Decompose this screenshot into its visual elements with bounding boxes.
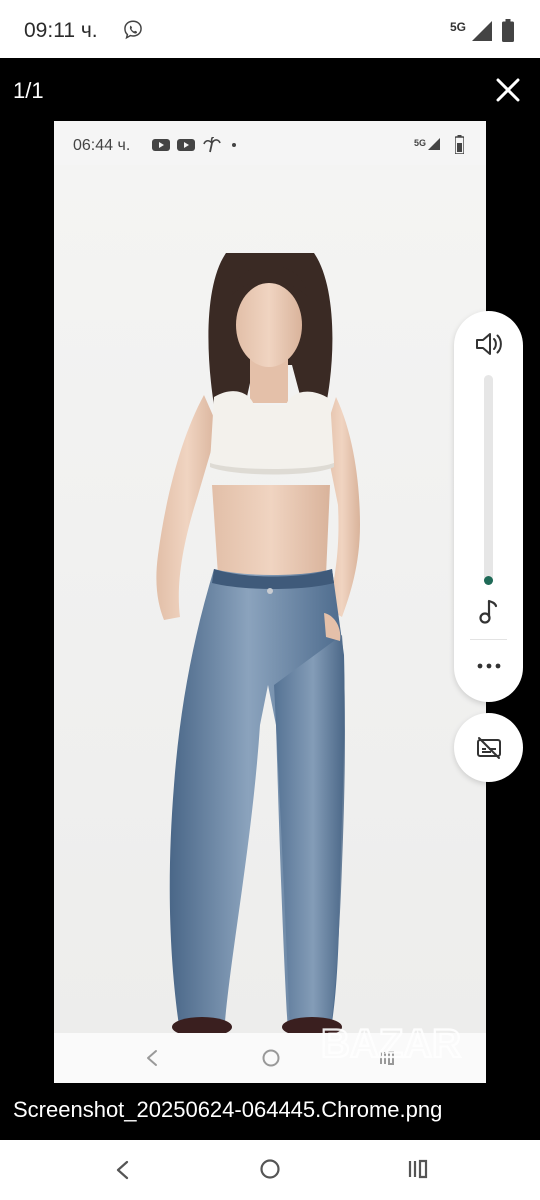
inner-back-icon xyxy=(147,1050,157,1066)
inner-network-type: 5G xyxy=(414,138,427,148)
volume-slider-fill xyxy=(484,576,493,585)
more-icon[interactable] xyxy=(475,656,503,676)
viber-icon xyxy=(124,20,142,40)
dot-icon xyxy=(232,143,236,147)
youtube-icon xyxy=(152,139,170,151)
status-time: 09:11 ч. xyxy=(24,19,98,42)
captions-off-icon xyxy=(477,737,501,759)
inner-home-icon xyxy=(262,1049,280,1067)
inner-status-time: 06:44 ч. xyxy=(73,137,131,154)
bazar-watermark: BAZAR xyxy=(320,1021,462,1067)
inner-notification-icons xyxy=(152,137,236,153)
youtube-icon xyxy=(177,139,195,151)
divider xyxy=(470,639,507,640)
volume-panel xyxy=(454,311,523,702)
live-caption-button[interactable] xyxy=(454,713,523,782)
inner-status-bar: 06:44 ч. 5G xyxy=(54,121,486,165)
music-note-icon[interactable] xyxy=(476,598,500,626)
inner-battery-icon xyxy=(455,135,464,154)
home-icon[interactable] xyxy=(258,1157,282,1181)
status-bar: 09:11 ч. 5G xyxy=(0,0,540,58)
speaker-icon[interactable] xyxy=(473,328,505,360)
navigation-bar xyxy=(0,1140,540,1200)
battery-icon xyxy=(502,19,514,42)
network-type-label: 5G xyxy=(450,20,467,34)
volume-slider[interactable] xyxy=(484,375,493,585)
svg-text:BAZAR: BAZAR xyxy=(321,1022,461,1066)
image-counter: 1/1 xyxy=(13,78,44,103)
inner-signal-icon xyxy=(428,138,440,150)
product-photo xyxy=(54,165,486,1033)
close-icon[interactable] xyxy=(494,76,522,104)
file-name: Screenshot_20250624-064445.Chrome.png xyxy=(13,1097,443,1122)
back-icon[interactable] xyxy=(112,1158,132,1182)
screenshot-image[interactable]: 06:44 ч. 5G BAZAR xyxy=(54,121,486,1083)
recents-icon[interactable] xyxy=(405,1157,431,1181)
signal-icon xyxy=(472,21,492,41)
palm-tree-icon xyxy=(203,137,221,153)
